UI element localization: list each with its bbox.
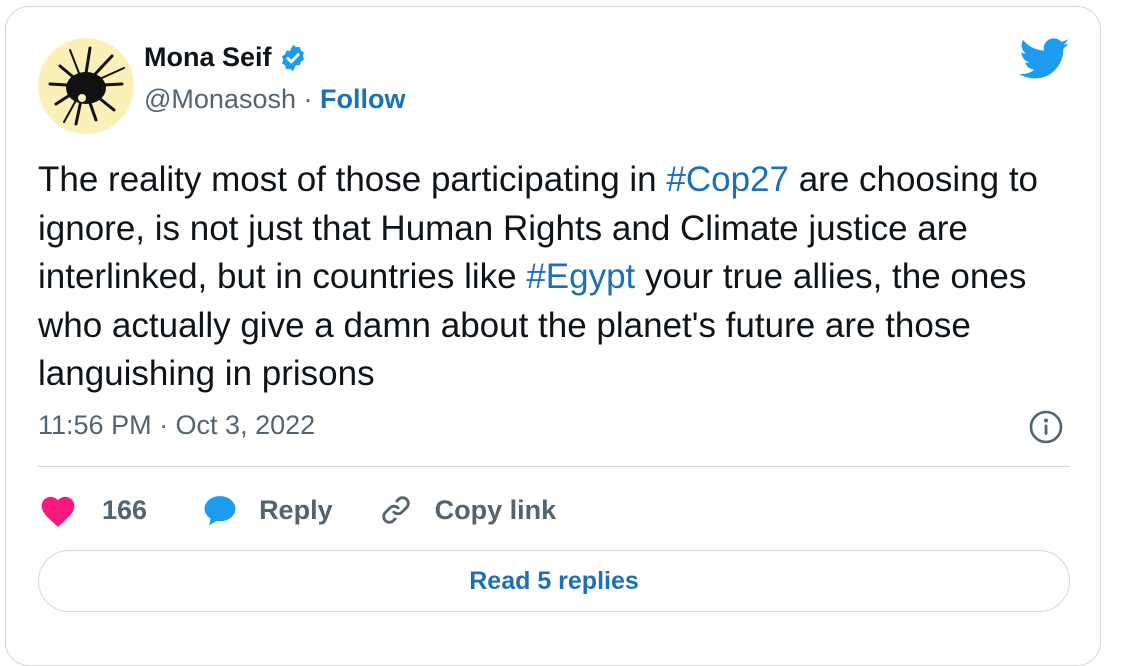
verified-badge-icon — [281, 44, 304, 71]
read-replies-label: Read 5 replies — [469, 566, 639, 595]
handle-separator: · — [303, 84, 313, 114]
reply-button[interactable]: Reply — [201, 493, 333, 527]
author-handle-row: @Monasosh · Follow — [144, 84, 406, 115]
reply-label: Reply — [259, 494, 333, 525]
like-count: 166 — [102, 494, 148, 525]
read-replies-button[interactable]: Read 5 replies — [38, 550, 1070, 612]
heart-icon — [41, 496, 75, 527]
copy-link-button[interactable]: Copy link — [379, 493, 557, 527]
divider — [38, 466, 1070, 467]
link-icon — [381, 496, 410, 524]
twitter-bird-icon[interactable] — [1020, 38, 1070, 80]
hashtag-link-egypt[interactable]: #Egypt — [526, 257, 635, 296]
avatar[interactable] — [38, 38, 134, 134]
tweet-actions: 166 Reply Copy link — [38, 488, 556, 532]
copy-link-label: Copy link — [434, 494, 557, 525]
author-name[interactable]: Mona Seif — [144, 42, 272, 73]
like-button[interactable]: 166 — [38, 492, 147, 528]
info-icon[interactable] — [1028, 409, 1064, 445]
tweet-timestamp[interactable]: 11:56 PM · Oct 3, 2022 — [38, 410, 315, 441]
author-handle[interactable]: @Monasosh — [144, 84, 296, 114]
author-name-row: Mona Seif — [144, 42, 308, 73]
follow-button[interactable]: Follow — [320, 84, 405, 114]
hashtag-link-cop27[interactable]: #Cop27 — [666, 160, 789, 199]
tweet-text-segment: The reality most of those participating … — [38, 160, 667, 199]
tweet-text: The reality most of those participating … — [38, 156, 1068, 399]
speech-bubble-icon — [204, 496, 236, 526]
